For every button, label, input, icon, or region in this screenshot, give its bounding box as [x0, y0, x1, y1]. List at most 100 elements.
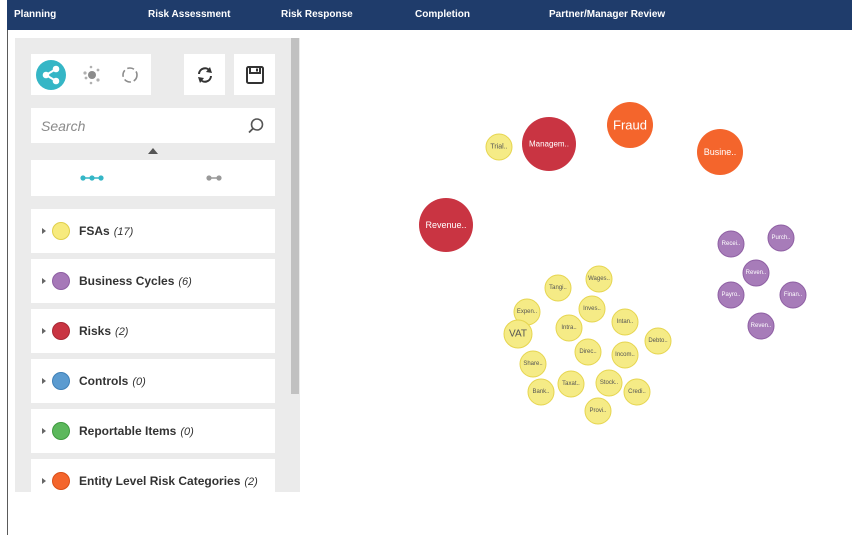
window-border: [7, 30, 8, 535]
circle-view-icon[interactable]: [118, 63, 142, 87]
control-color-dot: [52, 372, 70, 390]
graph-node-label: Share..: [523, 361, 543, 367]
graph-node-label: Payro..: [721, 292, 740, 298]
graph-node-risk[interactable]: Revenue..: [419, 198, 473, 252]
graph-node-label: Bank..: [532, 389, 549, 395]
graph-node-label: Stock..: [600, 380, 619, 386]
save-icon[interactable]: [244, 64, 266, 86]
collapsed-links-icon[interactable]: [206, 173, 222, 183]
tab-completion[interactable]: Completion: [415, 9, 470, 20]
business-cycle-color-dot: [52, 272, 70, 290]
expand-arrow-icon[interactable]: [42, 228, 46, 234]
legend-item-fsas[interactable]: FSAs (17): [31, 209, 275, 253]
panel-scrollbar-thumb[interactable]: [291, 38, 299, 394]
graph-node-label: Inves..: [583, 306, 601, 312]
graph-node-label: Debto..: [648, 338, 668, 344]
graph-node-label: Managem..: [529, 140, 569, 149]
graph-node-entity[interactable]: Busine..: [697, 129, 743, 175]
graph-node-label: Fraud: [613, 118, 647, 133]
legend-count: (2): [244, 476, 258, 488]
graph-node-cycle[interactable]: Reven..: [747, 312, 775, 340]
graph-node-fsa[interactable]: Tangi..: [544, 274, 572, 302]
graph-node-label: Direc..: [579, 349, 597, 355]
search-icon[interactable]: [247, 117, 265, 135]
legend-label: Business Cycles: [79, 274, 175, 288]
graph-node-fsa[interactable]: Wages..: [585, 265, 613, 293]
graph-node-label: Finan..: [784, 292, 803, 298]
graph-node-cycle[interactable]: Finan..: [779, 281, 807, 309]
legend-label: Controls: [79, 374, 129, 388]
graph-node-label: Taxat..: [562, 381, 580, 387]
legend-count: (6): [178, 276, 192, 288]
tab-risk-response[interactable]: Risk Response: [281, 9, 353, 20]
risk-color-dot: [52, 322, 70, 340]
graph-node-label: Tangi..: [549, 285, 567, 291]
legend-item-business-cycles[interactable]: Business Cycles (6): [31, 259, 275, 303]
graph-node-fsa[interactable]: Intan..: [611, 308, 639, 336]
top-navigation-bar: Planning Risk Assessment Risk Response C…: [7, 0, 852, 30]
tab-risk-assessment[interactable]: Risk Assessment: [148, 9, 230, 20]
legend-label: FSAs: [79, 224, 110, 238]
expand-arrow-icon[interactable]: [42, 428, 46, 434]
graph-node-label: Credi..: [628, 389, 646, 395]
expanded-links-icon[interactable]: [80, 173, 104, 183]
cluster-view-icon[interactable]: [79, 63, 103, 87]
graph-node-fsa[interactable]: Incom..: [611, 341, 639, 369]
expand-arrow-icon[interactable]: [42, 278, 46, 284]
network-graph[interactable]: Fraud Busine.. Managem.. Revenue.. Trial.. Wa…: [300, 30, 852, 535]
graph-node-cycle[interactable]: Payro..: [717, 281, 745, 309]
graph-node-fsa[interactable]: Debto..: [644, 327, 672, 355]
graph-node-fsa[interactable]: Intra..: [555, 314, 583, 342]
refresh-icon[interactable]: [194, 64, 216, 86]
tab-partner-manager-review[interactable]: Partner/Manager Review: [549, 9, 665, 20]
legend-item-reportable-items[interactable]: Reportable Items (0): [31, 409, 275, 453]
graph-node-fsa[interactable]: Taxat..: [557, 370, 585, 398]
graph-node-fsa[interactable]: Provi..: [584, 397, 612, 425]
graph-node-label: Recei..: [722, 241, 741, 247]
graph-node-fsa[interactable]: Inves..: [578, 295, 606, 323]
graph-node-label: Reven..: [751, 323, 772, 329]
legend-count: (0): [132, 376, 146, 388]
tab-planning[interactable]: Planning: [14, 9, 56, 20]
network-view-icon[interactable]: [36, 60, 66, 90]
graph-node-label: Reven..: [746, 270, 767, 276]
graph-node-label: Intra..: [561, 325, 577, 331]
legend-label: Reportable Items: [79, 424, 177, 438]
graph-node-label: Provi..: [589, 408, 606, 414]
graph-node-cycle[interactable]: Recei..: [717, 230, 745, 258]
legend-count: (17): [113, 226, 134, 238]
graph-node-label: Intan..: [617, 319, 634, 325]
legend-count: (2): [115, 326, 129, 338]
expand-arrow-icon[interactable]: [42, 328, 46, 334]
graph-node-label: Purch..: [771, 235, 790, 241]
graph-node-fsa[interactable]: Stock..: [595, 369, 623, 397]
fsa-color-dot: [52, 222, 70, 240]
search-input[interactable]: [41, 114, 241, 138]
graph-node-cycle[interactable]: Purch..: [767, 224, 795, 252]
graph-node-risk[interactable]: Managem..: [522, 117, 576, 171]
graph-node-label: VAT: [509, 329, 527, 340]
graph-node-fsa[interactable]: Credi..: [623, 378, 651, 406]
graph-node-fsa[interactable]: Trial..: [485, 133, 513, 161]
graph-node-fsa[interactable]: Direc..: [574, 338, 602, 366]
legend-item-risks[interactable]: Risks (2): [31, 309, 275, 353]
legend-item-entity-level-risk-categories[interactable]: Entity Level Risk Categories (2): [31, 459, 275, 503]
graph-node-label: Revenue..: [425, 220, 466, 230]
graph-node-label: Incom..: [615, 352, 635, 358]
graph-node-entity[interactable]: Fraud: [607, 102, 653, 148]
graph-node-fsa[interactable]: Bank..: [527, 378, 555, 406]
graph-node-cycle[interactable]: Reven..: [742, 259, 770, 287]
legend-item-controls[interactable]: Controls (0): [31, 359, 275, 403]
graph-node-label: Busine..: [704, 147, 737, 157]
legend-label: Risks: [79, 324, 112, 338]
graph-node-label: Wages..: [588, 276, 610, 282]
collapse-caret-icon[interactable]: [148, 148, 158, 154]
graph-canvas[interactable]: Fraud Busine.. Managem.. Revenue.. Trial.. Wa…: [300, 30, 852, 535]
legend-label: Entity Level Risk Categories: [79, 474, 241, 488]
legend-count: (0): [180, 426, 194, 438]
graph-node-fsa[interactable]: VAT: [503, 319, 533, 349]
expand-arrow-icon[interactable]: [42, 378, 46, 384]
graph-node-label: Expen..: [517, 309, 538, 315]
graph-node-fsa[interactable]: Share..: [519, 350, 547, 378]
expand-arrow-icon[interactable]: [42, 478, 46, 484]
